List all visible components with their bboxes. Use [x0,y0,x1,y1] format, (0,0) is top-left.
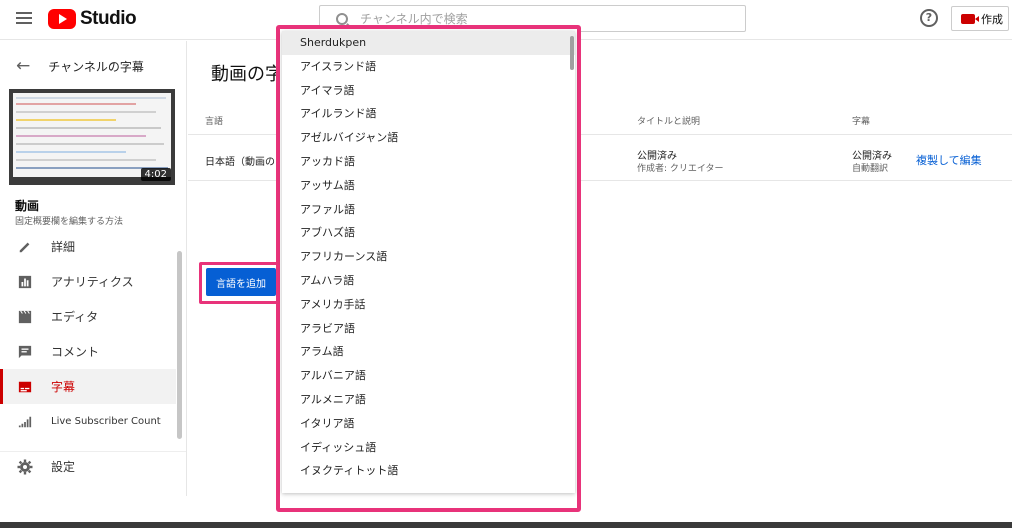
add-language-button[interactable]: 言語を追加 [206,268,276,296]
sidebar-item-label: Live Subscriber Count [51,416,161,427]
row-title-author: 作成者: クリエイター [637,164,724,174]
back-arrow-icon: ← [16,56,31,76]
back-to-channel-subtitles[interactable]: ← チャンネルの字幕 [0,51,186,81]
language-dropdown[interactable]: Sherdukpen アイスランド語 アイマラ語 アイルランド語 アゼルバイジャ… [282,31,575,493]
analytics-icon [18,275,32,288]
language-option[interactable]: アッカド語 [282,150,575,174]
window-bottom-edge [0,522,1012,528]
language-option[interactable]: アラム語 [282,340,575,364]
language-option[interactable]: アブハズ語 [282,221,575,245]
language-option[interactable]: アファル語 [282,198,575,222]
logo-text: Studio [80,8,137,29]
sidebar-item-analytics[interactable]: アナリティクス [0,264,176,299]
search-icon [336,12,348,25]
header-title-description: タイトルと説明 [637,117,701,127]
sidebar-item-settings[interactable]: 設定 [0,451,186,481]
language-option[interactable]: アラビア語 [282,317,575,341]
video-camera-icon [961,13,979,24]
row-language: 日本語（動画の [205,157,275,168]
thumbnail-image [13,93,171,177]
youtube-studio-logo[interactable]: Studio [48,8,137,30]
create-button-label: 作成 [981,12,1003,26]
language-option[interactable]: アイルランド語 [282,102,575,126]
hamburger-menu-icon[interactable] [16,12,32,26]
video-label: 動画 [15,199,40,213]
language-option[interactable]: イディッシュ語 [282,436,575,460]
header-subtitles: 字幕 [852,117,871,127]
page-title: 動画の字 [211,64,283,85]
pencil-icon [19,242,30,252]
signal-bars-icon [18,416,32,427]
row-subtitle-source: 自動翻訳 [852,164,889,174]
language-option[interactable]: アメリカ手話 [282,293,575,317]
video-title: 固定概要欄を編集する方法 [15,217,124,227]
sidebar-item-subtitles[interactable]: 字幕 [0,369,176,404]
row-subtitle-status: 公開済み [852,151,892,162]
sidebar-item-label: 詳細 [51,240,76,254]
language-option[interactable]: アムハラ語 [282,269,575,293]
search-input[interactable] [360,11,720,26]
language-option[interactable]: アルバニア語 [282,364,575,388]
sidebar-item-label: 字幕 [51,380,76,394]
sidebar: ← チャンネルの字幕 4:02 動画 固定概要欄を編集する方法 詳細 アナリティ… [0,41,187,496]
dropdown-scrollbar[interactable] [570,36,574,70]
sidebar-item-editor[interactable]: エディタ [0,299,176,334]
subtitles-icon [18,381,32,392]
sidebar-item-label: エディタ [51,310,99,324]
language-option[interactable]: アッサム語 [282,174,575,198]
language-option[interactable]: アゼルバイジャン語 [282,126,575,150]
header-language: 言語 [205,117,224,127]
language-option[interactable]: アイスランド語 [282,55,575,79]
help-icon[interactable]: ? [920,9,938,27]
sidebar-scrollbar[interactable] [177,251,182,439]
sidebar-item-label: コメント [51,345,100,359]
language-option[interactable]: アフリカーンス語 [282,245,575,269]
video-thumbnail[interactable]: 4:02 [9,89,175,185]
row-title-status: 公開済み [637,151,677,162]
sidebar-item-details[interactable]: 詳細 [0,229,176,264]
comment-icon [18,345,32,358]
youtube-play-icon [48,9,76,29]
sidebar-item-label: アナリティクス [51,275,134,289]
language-option[interactable]: アルメニア語 [282,388,575,412]
language-option[interactable]: イヌクティトット語 [282,459,575,483]
settings-label: 設定 [51,460,76,474]
language-option[interactable]: Sherdukpen [282,31,575,55]
clapperboard-icon [18,310,32,323]
create-button[interactable]: 作成 [951,6,1009,31]
duplicate-and-edit-link[interactable]: 複製して編集 [916,152,982,168]
back-label: チャンネルの字幕 [48,59,144,74]
video-duration: 4:02 [140,168,171,181]
sidebar-item-comments[interactable]: コメント [0,334,176,369]
sidebar-nav: 詳細 アナリティクス エディタ コメント 字幕 Live Subscriber … [0,229,176,439]
gear-icon [17,459,33,474]
sidebar-item-live-subscriber-count[interactable]: Live Subscriber Count [0,404,176,439]
language-option[interactable]: アイマラ語 [282,79,575,103]
language-option[interactable]: イタリア語 [282,412,575,436]
